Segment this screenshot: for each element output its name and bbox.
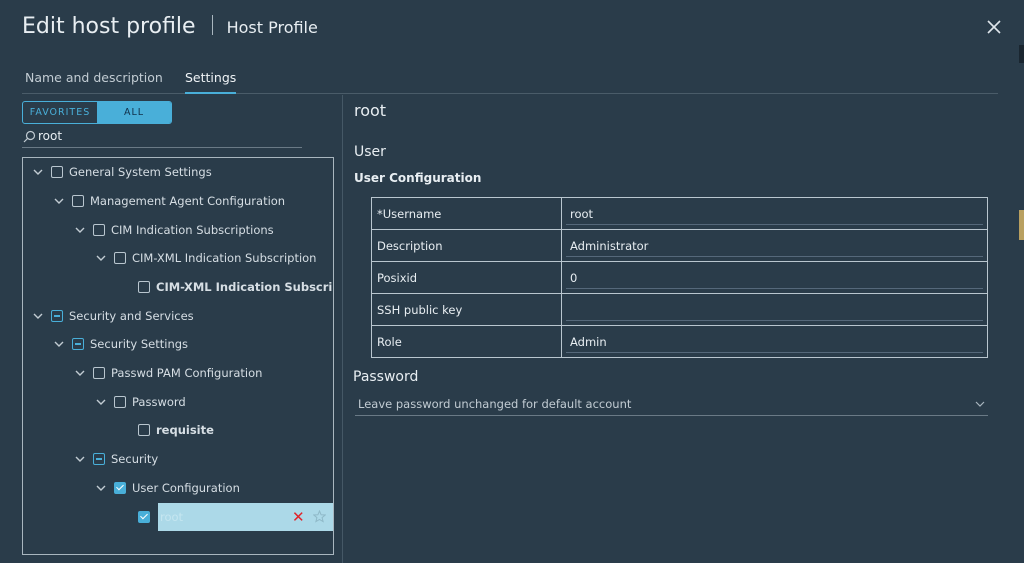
user-configuration-table: *Username root Description Administrator… [371, 197, 988, 358]
role-field[interactable]: Admin [561, 325, 988, 358]
dialog-title-text: Edit host profile [22, 14, 196, 39]
chevron-down-icon[interactable] [52, 337, 66, 351]
tree-checkbox[interactable] [138, 424, 150, 436]
field-label: SSH public key [371, 293, 562, 326]
field-value[interactable]: Admin [570, 335, 607, 349]
details-section-title: User [354, 144, 386, 160]
remove-icon[interactable]: ✕ [292, 510, 305, 525]
tree-leaf-cim-xml-indication-subscrip: CIM-XML Indication Subscrip... [138, 276, 333, 298]
table-row: *Username root [371, 197, 988, 230]
all-toggle-button[interactable]: ALL [97, 102, 171, 123]
tree-node-root-selected[interactable]: root ✕ [158, 503, 333, 531]
tree-node-label[interactable]: CIM-XML Indication Subscrip... [156, 280, 333, 294]
chevron-down-icon[interactable] [52, 194, 66, 208]
settings-tree: General System Settings Management Agent… [22, 157, 334, 555]
tree-checkbox-indeterminate[interactable] [51, 310, 63, 322]
tree-node-user-configuration: User Configuration [94, 477, 240, 499]
tree-checkbox-checked[interactable] [138, 511, 150, 523]
panel-divider [342, 95, 343, 563]
tree-node-label[interactable]: Management Agent Configuration [90, 194, 285, 208]
field-label: *Username [371, 197, 562, 230]
tree-node-label[interactable]: Security [111, 452, 158, 466]
field-value[interactable]: Administrator [570, 239, 648, 253]
tree-node-label[interactable]: requisite [156, 423, 214, 437]
tab-bar: Name and description Settings [22, 63, 998, 94]
chevron-down-icon[interactable] [31, 165, 45, 179]
tree-checkbox[interactable] [51, 166, 63, 178]
table-row: Description Administrator [371, 229, 988, 262]
dialog-subtitle: Host Profile [226, 18, 318, 37]
tree-node-general-system-settings: General System Settings [31, 161, 212, 183]
tree-node-security-and-services: Security and Services [31, 305, 194, 327]
tree-node-cim-indication-subscriptions: CIM Indication Subscriptions [73, 219, 274, 241]
tree-node-label[interactable]: Security Settings [90, 337, 188, 351]
password-option-select[interactable]: Leave password unchanged for default acc… [355, 395, 988, 416]
search-icon [23, 130, 36, 143]
tree-node-password: Password [94, 391, 186, 413]
table-row: SSH public key [371, 293, 988, 326]
chevron-down-icon[interactable] [975, 400, 985, 408]
tree-node-label[interactable]: root [160, 510, 183, 524]
table-row: Role Admin [371, 325, 988, 358]
field-value[interactable]: 0 [570, 271, 577, 285]
description-field[interactable]: Administrator [561, 229, 988, 262]
tree-leaf-root-checkbox-wrap [138, 506, 156, 528]
search-box [22, 128, 302, 148]
field-value[interactable]: root [570, 207, 593, 221]
field-label: Role [371, 325, 562, 358]
table-row: Posixid 0 [371, 261, 988, 294]
username-field[interactable]: root [561, 197, 988, 230]
tree-node-label[interactable]: CIM Indication Subscriptions [111, 223, 274, 237]
tree-checkbox[interactable] [138, 281, 150, 293]
tab-name-and-description[interactable]: Name and description [25, 70, 163, 92]
tree-checkbox[interactable] [72, 195, 84, 207]
tree-checkbox-checked[interactable] [114, 482, 126, 494]
posixid-field[interactable]: 0 [561, 261, 988, 294]
tree-node-passwd-pam-configuration: Passwd PAM Configuration [73, 362, 262, 384]
password-heading: Password [353, 369, 419, 385]
chevron-down-icon[interactable] [73, 223, 87, 237]
tree-node-management-agent-configuration: Management Agent Configuration [52, 190, 285, 212]
details-heading: root [354, 101, 387, 120]
tree-checkbox[interactable] [93, 224, 105, 236]
chevron-down-icon[interactable] [31, 309, 45, 323]
tree-node-label[interactable]: General System Settings [69, 165, 212, 179]
star-icon[interactable] [313, 510, 326, 523]
tree-checkbox[interactable] [93, 367, 105, 379]
field-label: Posixid [371, 261, 562, 294]
search-input[interactable] [38, 129, 293, 143]
title-divider [211, 15, 213, 35]
chevron-down-icon[interactable] [94, 251, 108, 265]
tree-node-cim-xml-indication-subscription: CIM-XML Indication Subscription [94, 247, 316, 269]
window-edge [1019, 45, 1024, 63]
tree-checkbox-indeterminate[interactable] [72, 338, 84, 350]
chevron-down-icon[interactable] [73, 452, 87, 466]
window-edge-highlight [1019, 210, 1024, 240]
tree-leaf-requisite: requisite [138, 419, 214, 441]
tree-node-label[interactable]: User Configuration [132, 481, 240, 495]
ssh-public-key-field[interactable] [561, 293, 988, 326]
dialog-title: Edit host profile Host Profile [22, 14, 318, 39]
tree-node-label[interactable]: Security and Services [69, 309, 194, 323]
close-button[interactable] [983, 16, 1005, 38]
chevron-down-icon[interactable] [94, 481, 108, 495]
field-label: Description [371, 229, 562, 262]
tree-checkbox-indeterminate[interactable] [93, 453, 105, 465]
tab-settings[interactable]: Settings [185, 70, 237, 94]
password-option-value[interactable]: Leave password unchanged for default acc… [358, 397, 631, 411]
close-icon[interactable] [983, 16, 1005, 38]
tree-node-security: Security [73, 448, 158, 470]
favorites-toggle-button[interactable]: FAVORITES [23, 102, 97, 123]
tree-node-label[interactable]: CIM-XML Indication Subscription [132, 251, 316, 265]
filter-toggle: FAVORITES ALL [22, 101, 172, 124]
tree-checkbox[interactable] [114, 396, 126, 408]
details-subsection-title: User Configuration [354, 171, 482, 185]
chevron-down-icon[interactable] [94, 395, 108, 409]
tree-node-label[interactable]: Password [132, 395, 186, 409]
chevron-down-icon[interactable] [73, 366, 87, 380]
tree-node-label[interactable]: Passwd PAM Configuration [111, 366, 262, 380]
tree-node-security-settings: Security Settings [52, 333, 188, 355]
tree-checkbox[interactable] [114, 252, 126, 264]
